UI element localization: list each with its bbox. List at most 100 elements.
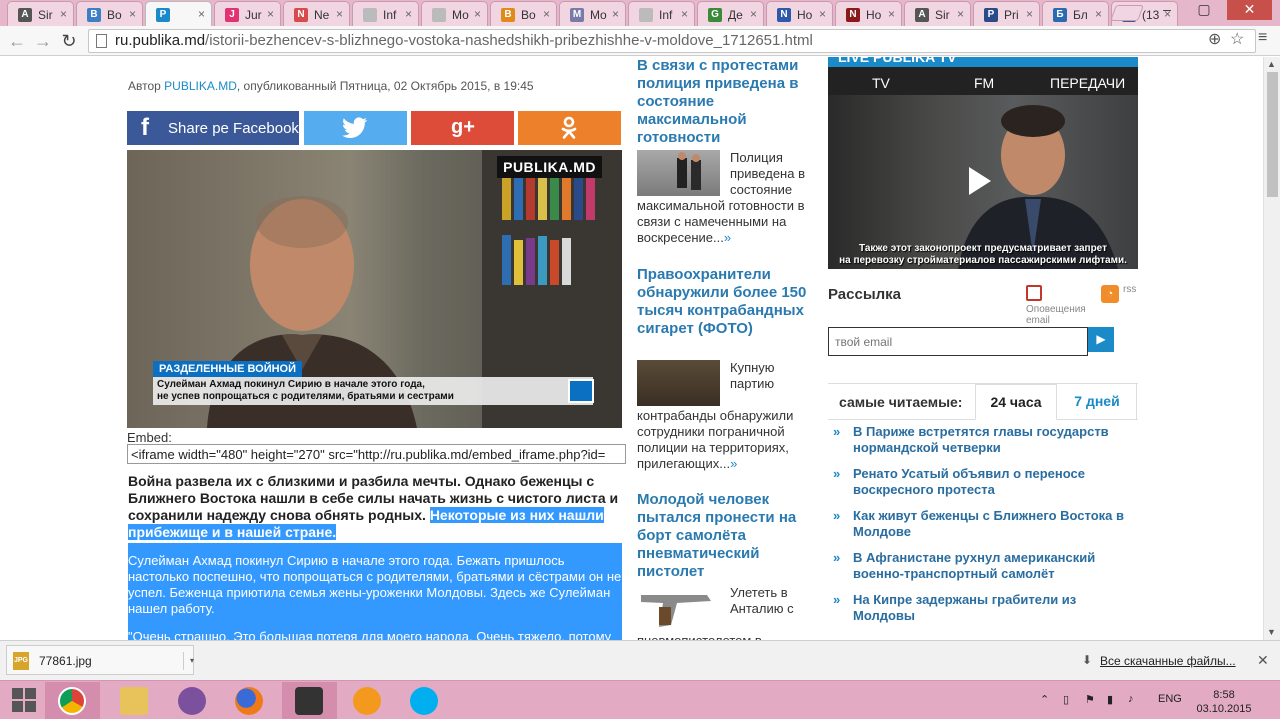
- close-download-bar-icon[interactable]: ✕: [1257, 652, 1269, 669]
- browser-tab[interactable]: Inf ×: [352, 1, 419, 26]
- browser-tab[interactable]: P Pri ×: [973, 1, 1040, 26]
- tab-close-icon[interactable]: ×: [474, 7, 481, 21]
- most-read-item[interactable]: » В Афганистане рухнул американский военн…: [828, 550, 1128, 582]
- browser-tab[interactable]: A Sir ×: [904, 1, 971, 26]
- forward-icon[interactable]: →: [32, 30, 54, 52]
- taskbar-viber[interactable]: [165, 682, 220, 719]
- browser-tab[interactable]: B Во ×: [76, 1, 143, 26]
- tv-screen[interactable]: Также этот законопроект предусматривает …: [828, 95, 1138, 269]
- language-indicator[interactable]: ENG: [1158, 693, 1182, 705]
- taskbar-odnoklassniki[interactable]: [340, 682, 395, 719]
- menu-icon[interactable]: ≡: [1258, 29, 1267, 47]
- tab-close-icon[interactable]: ×: [888, 7, 895, 21]
- odnoklassniki-icon: [561, 116, 577, 139]
- browser-tab[interactable]: N Ne ×: [283, 1, 350, 26]
- browser-tab[interactable]: N Но ×: [835, 1, 902, 26]
- tab-close-icon[interactable]: ×: [336, 7, 343, 21]
- browser-tab[interactable]: N Но ×: [766, 1, 833, 26]
- tab-close-icon[interactable]: ×: [405, 7, 412, 21]
- scroll-down-icon[interactable]: ▼: [1267, 627, 1276, 637]
- share-googleplus-button[interactable]: g+: [411, 111, 514, 145]
- taskbar-skype[interactable]: [397, 682, 452, 719]
- taskbar-firefox[interactable]: [222, 682, 277, 719]
- embed-code-field[interactable]: [127, 444, 626, 464]
- tab-close-icon[interactable]: ×: [612, 7, 619, 21]
- news-title-2[interactable]: Правоохранители обнаружили более 150 тыс…: [637, 266, 809, 338]
- tab-close-icon[interactable]: ×: [957, 7, 964, 21]
- tv-tab-shows[interactable]: ПЕРЕДАЧИ: [1050, 75, 1125, 91]
- download-menu-chevron-icon[interactable]: ▾: [183, 652, 194, 670]
- maximize-button[interactable]: ▢: [1190, 0, 1218, 20]
- browser-tab[interactable]: G Де ×: [697, 1, 764, 26]
- tab-close-icon[interactable]: ×: [129, 7, 136, 21]
- all-downloads-link[interactable]: ⬇ Все скачанные файлы...: [1082, 653, 1236, 668]
- email-alerts-label[interactable]: Оповещения email: [1026, 304, 1096, 326]
- tab-close-icon[interactable]: ×: [543, 7, 550, 21]
- page-scrollbar[interactable]: ▲ ▼: [1263, 57, 1280, 640]
- most-read-item[interactable]: » На Кипре задержаны грабители из Молдовы: [828, 592, 1128, 624]
- tab-close-icon[interactable]: ×: [750, 7, 757, 21]
- skype-icon: [410, 687, 438, 715]
- scrollbar-thumb[interactable]: [1267, 72, 1278, 197]
- address-bar[interactable]: ru.publika.md/istorii-bezhencev-s-blizhn…: [88, 29, 1256, 53]
- minimize-button[interactable]: –: [1153, 0, 1181, 20]
- tab-close-icon[interactable]: ×: [267, 7, 274, 21]
- browser-tab[interactable]: B Во ×: [490, 1, 557, 26]
- reload-icon[interactable]: ↻: [58, 30, 80, 52]
- browser-tab[interactable]: Inf ×: [628, 1, 695, 26]
- battery-icon[interactable]: ▯: [1063, 693, 1069, 706]
- back-icon[interactable]: ←: [6, 30, 28, 52]
- most-read-item[interactable]: » Как живут беженцы с Ближнего Востока в …: [828, 508, 1128, 540]
- taskbar-camera-app[interactable]: [282, 682, 337, 719]
- news-more-1[interactable]: »: [724, 230, 731, 245]
- share-odnoklassniki-button[interactable]: [518, 111, 621, 145]
- share-twitter-button[interactable]: [304, 111, 407, 145]
- email-submit-button[interactable]: ▶: [1088, 327, 1114, 352]
- most-read-item[interactable]: » Ренато Усатый объявил о переносе воскре…: [828, 466, 1128, 498]
- scroll-up-icon[interactable]: ▲: [1267, 59, 1276, 69]
- tab-close-icon[interactable]: ×: [198, 7, 205, 21]
- tab-close-icon[interactable]: ×: [60, 7, 67, 21]
- live-tv-widget[interactable]: LIVE PUBLIKA TV TV FM ПЕРЕДАЧИ Также это…: [828, 57, 1138, 269]
- zoom-icon[interactable]: ⊕: [1208, 29, 1221, 49]
- email-alerts-icon[interactable]: [1026, 285, 1042, 301]
- close-window-button[interactable]: ✕: [1227, 0, 1272, 20]
- tab-close-icon[interactable]: ×: [681, 7, 688, 21]
- news-more-2[interactable]: »: [730, 456, 737, 471]
- network-icon[interactable]: ▮: [1107, 693, 1113, 706]
- tab-7-days[interactable]: 7 дней: [1058, 384, 1137, 420]
- email-input[interactable]: [828, 327, 1088, 356]
- most-read-item[interactable]: » В Париже встретятся главы государств но…: [828, 424, 1128, 456]
- browser-tab[interactable]: Б Бл ×: [1042, 1, 1109, 26]
- download-item[interactable]: JPG 77861.jpg ▾: [6, 645, 194, 675]
- tab-24-hours[interactable]: 24 часа: [975, 384, 1057, 420]
- start-button[interactable]: [12, 688, 36, 712]
- tv-tab-tv[interactable]: TV: [872, 75, 890, 91]
- play-icon[interactable]: [969, 167, 991, 195]
- article-video[interactable]: PUBLIKA.MD РАЗДЕЛЕННЫЕ ВОЙНОЙ Сулейман А…: [127, 150, 622, 428]
- rss-label[interactable]: rss: [1123, 284, 1136, 295]
- author-link[interactable]: PUBLIKA.MD: [164, 79, 237, 93]
- browser-tab[interactable]: J Jur ×: [214, 1, 281, 26]
- tab-close-icon[interactable]: ×: [1095, 7, 1102, 21]
- bookmark-star-icon[interactable]: ☆: [1230, 29, 1244, 49]
- tv-subtitle: Также этот законопроект предусматривает …: [828, 243, 1138, 267]
- browser-tab[interactable]: A Sir ×: [7, 1, 74, 26]
- taskbar-explorer[interactable]: [107, 682, 162, 719]
- new-tab-button[interactable]: [1110, 5, 1144, 21]
- news-title-1[interactable]: В связи с протестами полиция приведена в…: [637, 57, 809, 147]
- news-title-3[interactable]: Молодой человек пытался пронести на борт…: [637, 491, 809, 581]
- share-facebook-button[interactable]: f Share pe Facebook: [127, 111, 299, 145]
- tab-close-icon[interactable]: ×: [1026, 7, 1033, 21]
- tv-tab-fm[interactable]: FM: [974, 75, 994, 91]
- taskbar-chrome[interactable]: [45, 682, 100, 719]
- tray-chevron-icon[interactable]: ⌃: [1040, 693, 1049, 706]
- browser-tab[interactable]: P ×: [145, 1, 212, 26]
- system-clock[interactable]: 8:58 03.10.2015: [1196, 688, 1252, 716]
- browser-tab[interactable]: M Mo ×: [559, 1, 626, 26]
- rss-icon[interactable]: ◔: [1101, 285, 1119, 303]
- tab-close-icon[interactable]: ×: [819, 7, 826, 21]
- volume-icon[interactable]: ♪: [1128, 693, 1134, 705]
- browser-tab[interactable]: Мо ×: [421, 1, 488, 26]
- flag-icon[interactable]: ⚑: [1085, 693, 1095, 706]
